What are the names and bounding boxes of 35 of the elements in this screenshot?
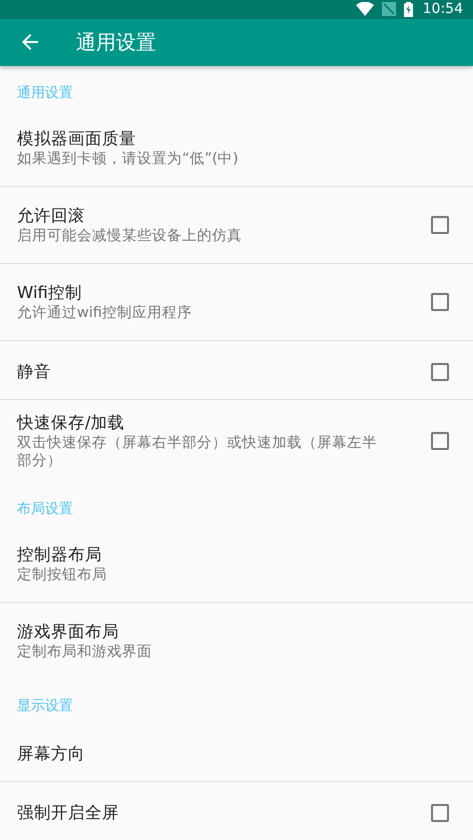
checkbox[interactable] xyxy=(431,804,449,822)
setting-summary: 启用可能会减慢某些设备上的仿真 xyxy=(17,227,243,245)
setting-title: 游戏界面布局 xyxy=(17,621,120,643)
setting-row[interactable]: Wifi控制 允许通过wifi控制应用程序 xyxy=(0,264,473,341)
screen-title: 通用设置 xyxy=(76,28,156,56)
section-header: 通用设置 xyxy=(16,84,74,103)
setting-title: 模拟器画面质量 xyxy=(17,128,137,150)
checkbox[interactable] xyxy=(431,432,449,450)
setting-summary: 如果遇到卡顿，请设置为“低”(中) xyxy=(17,150,240,168)
setting-row[interactable]: 允许回滚 启用可能会减慢某些设备上的仿真 xyxy=(0,187,473,264)
setting-row[interactable]: 游戏界面布局 定制布局和游戏界面 xyxy=(0,603,473,679)
setting-summary: 允许通过wifi控制应用程序 xyxy=(17,304,194,322)
setting-row[interactable]: 静音 xyxy=(0,341,473,400)
checkbox[interactable] xyxy=(431,216,449,234)
setting-row[interactable]: 模拟器画面质量 如果遇到卡顿，请设置为“低”(中) xyxy=(0,110,473,187)
section-header: 显示设置 xyxy=(16,697,74,716)
setting-title: 控制器布局 xyxy=(17,544,103,566)
section-header: 布局设置 xyxy=(16,500,74,519)
setting-row[interactable]: 控制器布局 定制按钮布局 xyxy=(0,526,473,603)
wifi-icon xyxy=(356,2,374,16)
checkbox[interactable] xyxy=(431,363,449,381)
setting-title: 快速保存/加载 xyxy=(17,412,126,434)
setting-title: Wifi控制 xyxy=(17,282,83,304)
setting-summary: 定制布局和游戏界面 xyxy=(17,643,153,661)
setting-title: 静音 xyxy=(17,361,52,383)
checkbox[interactable] xyxy=(431,293,449,311)
status-time: 10:54 xyxy=(422,1,463,18)
setting-row[interactable]: 快速保存/加载 双击快速保存（屏幕右半部分）或快速加载（屏幕左半部分） xyxy=(0,400,473,482)
setting-row[interactable]: 屏幕方向 xyxy=(0,723,473,782)
setting-row[interactable]: 强制开启全屏 xyxy=(0,782,473,840)
setting-title: 强制开启全屏 xyxy=(17,802,120,824)
setting-summary: 双击快速保存（屏幕右半部分）或快速加载（屏幕左半部分） xyxy=(17,434,378,470)
setting-title: 允许回滚 xyxy=(17,205,86,227)
setting-summary: 定制按钮布局 xyxy=(17,566,108,584)
setting-title: 屏幕方向 xyxy=(17,743,86,765)
